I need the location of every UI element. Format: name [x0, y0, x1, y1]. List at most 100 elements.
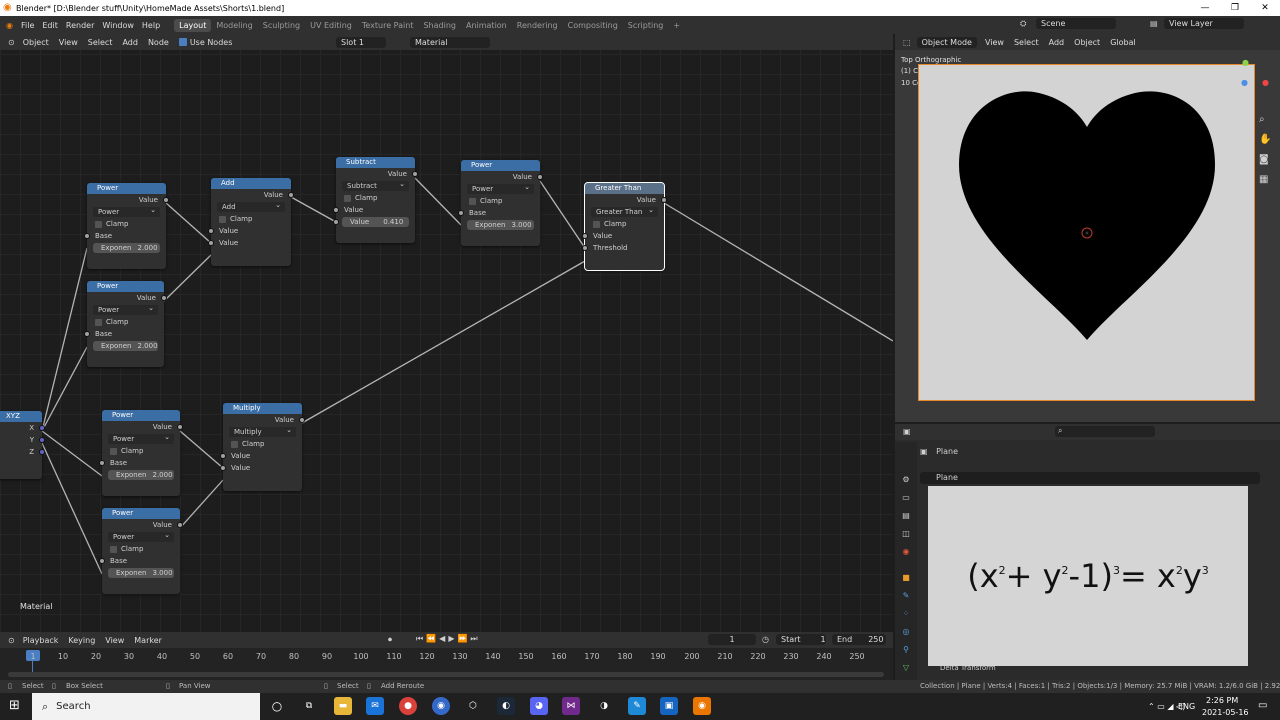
output-socket[interactable] [412, 171, 418, 177]
base-socket[interactable] [99, 558, 105, 564]
node-power-3[interactable]: Power Value Power Clamp Base Exponen 3.00… [458, 160, 543, 246]
node-header[interactable]: Subtract [336, 157, 415, 168]
clamp-checkbox[interactable] [110, 447, 117, 455]
discord-icon[interactable]: ◕ [530, 697, 548, 715]
clamp-checkbox[interactable] [593, 220, 600, 228]
node-power-2[interactable]: Power Value Power Clamp Base Exponen 2.00… [84, 281, 167, 367]
input-1-socket[interactable] [220, 453, 226, 459]
scene-field[interactable]: Scene [1036, 18, 1116, 29]
zoom-icon[interactable]: ⌕ [1259, 114, 1265, 125]
use-nodes-checkbox[interactable] [178, 38, 187, 46]
camera-icon[interactable]: ◙ [1259, 154, 1269, 165]
exponent-field[interactable]: Exponen 3.000 [108, 568, 174, 578]
taskbar-search-input[interactable]: ⌕ Search [32, 693, 260, 720]
tab-particles-icon[interactable]: ⁘ [900, 608, 912, 620]
clamp-checkbox[interactable] [110, 545, 117, 553]
clock-date[interactable]: 2021-05-16 [1202, 708, 1249, 717]
operation-dropdown[interactable]: Power [93, 205, 160, 217]
steam-2-icon[interactable]: ◑ [595, 697, 613, 715]
base-socket[interactable] [84, 331, 90, 337]
node-power-5[interactable]: Power Value Power Clamp Base Exponen 3.00… [99, 508, 183, 594]
operation-dropdown[interactable]: Subtract [342, 179, 409, 191]
tab-object-icon[interactable]: ■ [900, 572, 912, 584]
tab-output-icon[interactable]: ▤ [900, 510, 912, 522]
input-2-socket[interactable] [333, 219, 339, 225]
blender-menu-icon[interactable]: ◉ [6, 21, 13, 30]
tab-tool-icon[interactable]: ⚙ [900, 474, 912, 486]
operation-dropdown[interactable]: Power [108, 530, 174, 542]
node-header[interactable]: Power [102, 410, 180, 421]
clamp-checkbox[interactable] [469, 197, 476, 205]
end-frame-field[interactable]: End 250 [832, 634, 886, 645]
clamp-checkbox[interactable] [219, 215, 226, 223]
orientation-dropdown[interactable]: Global [1110, 38, 1136, 47]
tab-render-icon[interactable]: ▭ [900, 492, 912, 504]
output-socket[interactable] [661, 197, 667, 203]
record-icon[interactable]: ⏺ [388, 635, 392, 645]
tab-rendering[interactable]: Rendering [512, 19, 563, 32]
maximize-button[interactable]: ❐ [1220, 0, 1250, 16]
menu-node[interactable]: Node [148, 38, 169, 47]
exponent-field[interactable]: Exponen 3.000 [467, 220, 534, 230]
tab-compositing[interactable]: Compositing [563, 19, 623, 32]
chrome-icon[interactable]: ● [399, 697, 417, 715]
plane-object[interactable] [918, 64, 1255, 401]
notes-icon[interactable]: ✎ [628, 697, 646, 715]
exponent-field[interactable]: Exponen 2.000 [108, 470, 174, 480]
pan-hand-icon[interactable]: ✋ [1259, 134, 1271, 145]
gizmo-z-axis-icon[interactable]: ● [1241, 78, 1248, 87]
tab-texture-paint[interactable]: Texture Paint [357, 19, 419, 32]
output-y-socket[interactable] [39, 437, 45, 443]
menu-help[interactable]: Help [142, 21, 160, 30]
start-frame-field[interactable]: Start 1 [776, 634, 826, 645]
tab-constraints-icon[interactable]: ⚲ [900, 644, 912, 656]
object-dropdown[interactable]: Object [23, 38, 49, 47]
browser-icon[interactable]: ◉ [432, 697, 450, 715]
tab-sculpting[interactable]: Sculpting [258, 19, 305, 32]
photos-icon[interactable]: ▣ [660, 697, 678, 715]
operation-dropdown[interactable]: Greater Than [591, 205, 658, 217]
input-1-socket[interactable] [333, 207, 339, 213]
node-greater-than[interactable]: Greater Than Value Greater Than Clamp Va… [582, 182, 667, 271]
view-layer-field[interactable]: View Layer [1164, 18, 1244, 29]
base-socket[interactable] [99, 460, 105, 466]
input-language[interactable]: ENG [1178, 702, 1195, 711]
clamp-checkbox[interactable] [344, 194, 351, 202]
clock-time[interactable]: 2:26 PM [1206, 696, 1238, 705]
clamp-checkbox[interactable] [95, 220, 102, 228]
output-z-socket[interactable] [39, 449, 45, 455]
node-subtract[interactable]: Subtract Value Subtract Clamp Value Valu… [333, 157, 418, 243]
operation-dropdown[interactable]: Power [108, 432, 174, 444]
input-2-socket[interactable] [220, 465, 226, 471]
steam-icon[interactable]: ◐ [497, 697, 515, 715]
tab-shading[interactable]: Shading [418, 19, 461, 32]
mode-dropdown[interactable]: Object Mode [916, 36, 977, 48]
tab-uv-editing[interactable]: UV Editing [305, 19, 357, 32]
object-name-field[interactable]: Plane [920, 472, 1260, 484]
menu-render[interactable]: Render [66, 21, 94, 30]
timeline-scrollbar[interactable] [8, 672, 884, 677]
tab-modifier-icon[interactable]: ✎ [900, 590, 912, 602]
tab-scene-icon[interactable]: ◉ [900, 546, 912, 558]
tab-data-icon[interactable]: ▽ [900, 662, 912, 674]
node-header[interactable]: Multiply [223, 403, 302, 414]
menu-file[interactable]: File [21, 21, 34, 30]
viewport-menu-select[interactable]: Select [1014, 38, 1039, 47]
input-2-socket[interactable] [208, 240, 214, 246]
grid-icon[interactable]: ▦ [1259, 174, 1268, 185]
menu-view[interactable]: View [59, 38, 78, 47]
tab-physics-icon[interactable]: ◎ [900, 626, 912, 638]
output-socket[interactable] [537, 174, 543, 180]
tab-view-layer-icon[interactable]: ◫ [900, 528, 912, 540]
operation-dropdown[interactable]: Power [93, 303, 158, 315]
exponent-field[interactable]: Exponen 2.000 [93, 341, 158, 351]
base-socket[interactable] [458, 210, 464, 216]
properties-search-input[interactable] [1055, 426, 1155, 437]
node-power-4[interactable]: Power Value Power Clamp Base Exponen 2.00… [99, 410, 183, 496]
output-socket[interactable] [299, 417, 305, 423]
menu-window[interactable]: Window [102, 21, 134, 30]
node-separate-xyz[interactable]: XYZ X Y Z [0, 411, 45, 479]
unity-icon[interactable]: ⬡ [464, 697, 482, 715]
base-socket[interactable] [84, 233, 90, 239]
playback-controls[interactable]: ⏮⏪◀▶⏩⏭ [416, 634, 481, 644]
